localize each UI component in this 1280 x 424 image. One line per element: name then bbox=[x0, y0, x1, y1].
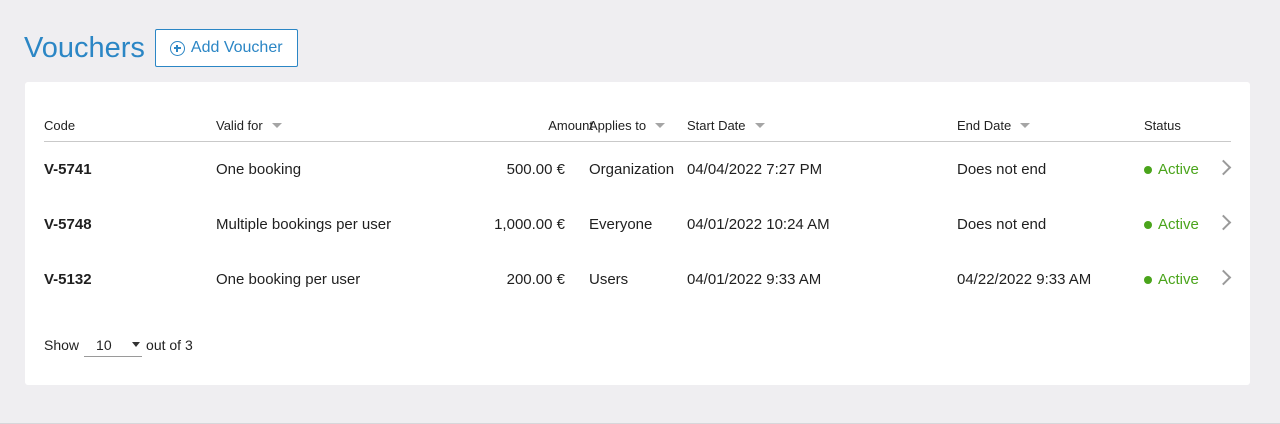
voucher-start-date: 04/01/2022 9:33 AM bbox=[687, 271, 822, 288]
chevron-right-icon[interactable] bbox=[1215, 269, 1232, 286]
voucher-applies-to: Users bbox=[589, 271, 629, 288]
vouchers-table: Code Valid for Amount Applies to Start D… bbox=[44, 108, 1232, 307]
voucher-code: V-5132 bbox=[44, 271, 92, 288]
voucher-valid-for: One booking bbox=[216, 161, 302, 178]
voucher-valid-for: One booking per user bbox=[216, 271, 361, 288]
page-size-value: 10 bbox=[96, 336, 112, 353]
voucher-applies-to: Organization bbox=[589, 161, 675, 178]
sort-caret-icon bbox=[1020, 123, 1031, 128]
table-row[interactable]: V-5748 Multiple bookings per user 1,000.… bbox=[44, 197, 1232, 252]
voucher-end-date: Does not end bbox=[957, 216, 1047, 233]
add-voucher-label: Add Voucher bbox=[190, 39, 283, 56]
voucher-amount: 500.00 € bbox=[506, 161, 565, 178]
status-dot-icon bbox=[1144, 220, 1152, 229]
table-header: Code Valid for Amount Applies to Start D… bbox=[44, 108, 1231, 142]
status-badge: Active bbox=[1144, 216, 1199, 233]
total-count-label: out of 3 bbox=[146, 337, 193, 353]
column-header-end-date[interactable]: End Date bbox=[957, 118, 1031, 133]
sort-caret-icon bbox=[655, 123, 666, 128]
status-dot-icon bbox=[1144, 165, 1152, 174]
page-title: Vouchers bbox=[24, 32, 145, 64]
column-header-applies-to[interactable]: Applies to bbox=[589, 118, 666, 133]
sort-caret-icon bbox=[271, 123, 282, 128]
voucher-valid-for: Multiple bookings per user bbox=[216, 216, 392, 233]
chevron-right-icon[interactable] bbox=[1215, 214, 1232, 231]
table-row[interactable]: V-5132 One booking per user 200.00 € Use… bbox=[44, 252, 1232, 307]
column-header-start-date[interactable]: Start Date bbox=[687, 118, 765, 133]
column-header-code: Code bbox=[44, 118, 76, 133]
column-header-status: Status bbox=[1144, 118, 1181, 133]
plus-circle-icon bbox=[169, 40, 185, 56]
chevron-right-icon[interactable] bbox=[1215, 159, 1232, 176]
status-badge: Active bbox=[1144, 271, 1199, 288]
voucher-end-date: 04/22/2022 9:33 AM bbox=[957, 271, 1092, 288]
voucher-code: V-5741 bbox=[44, 161, 92, 178]
page-header: Vouchers Add Voucher bbox=[24, 28, 298, 68]
vouchers-card: Code Valid for Amount Applies to Start D… bbox=[25, 82, 1250, 385]
chevron-down-icon bbox=[132, 342, 141, 347]
status-badge: Active bbox=[1144, 161, 1199, 178]
voucher-end-date: Does not end bbox=[957, 161, 1047, 178]
pagination: Show 10 out of 3 bbox=[44, 333, 193, 357]
add-voucher-button[interactable]: Add Voucher bbox=[154, 29, 298, 67]
column-header-valid-for[interactable]: Valid for bbox=[216, 118, 282, 133]
voucher-applies-to: Everyone bbox=[589, 216, 653, 233]
voucher-start-date: 04/01/2022 10:24 AM bbox=[687, 216, 830, 233]
voucher-code: V-5748 bbox=[44, 216, 92, 233]
voucher-amount: 200.00 € bbox=[506, 271, 565, 288]
voucher-start-date: 04/04/2022 7:27 PM bbox=[687, 161, 823, 178]
voucher-amount: 1,000.00 € bbox=[494, 216, 565, 233]
status-dot-icon bbox=[1144, 275, 1152, 284]
show-label: Show bbox=[44, 337, 80, 353]
page-size-select[interactable]: 10 bbox=[84, 333, 143, 357]
table-row[interactable]: V-5741 One booking 500.00 € Organization… bbox=[44, 142, 1232, 197]
column-header-amount: Amount bbox=[548, 118, 593, 133]
sort-caret-icon bbox=[754, 123, 765, 128]
